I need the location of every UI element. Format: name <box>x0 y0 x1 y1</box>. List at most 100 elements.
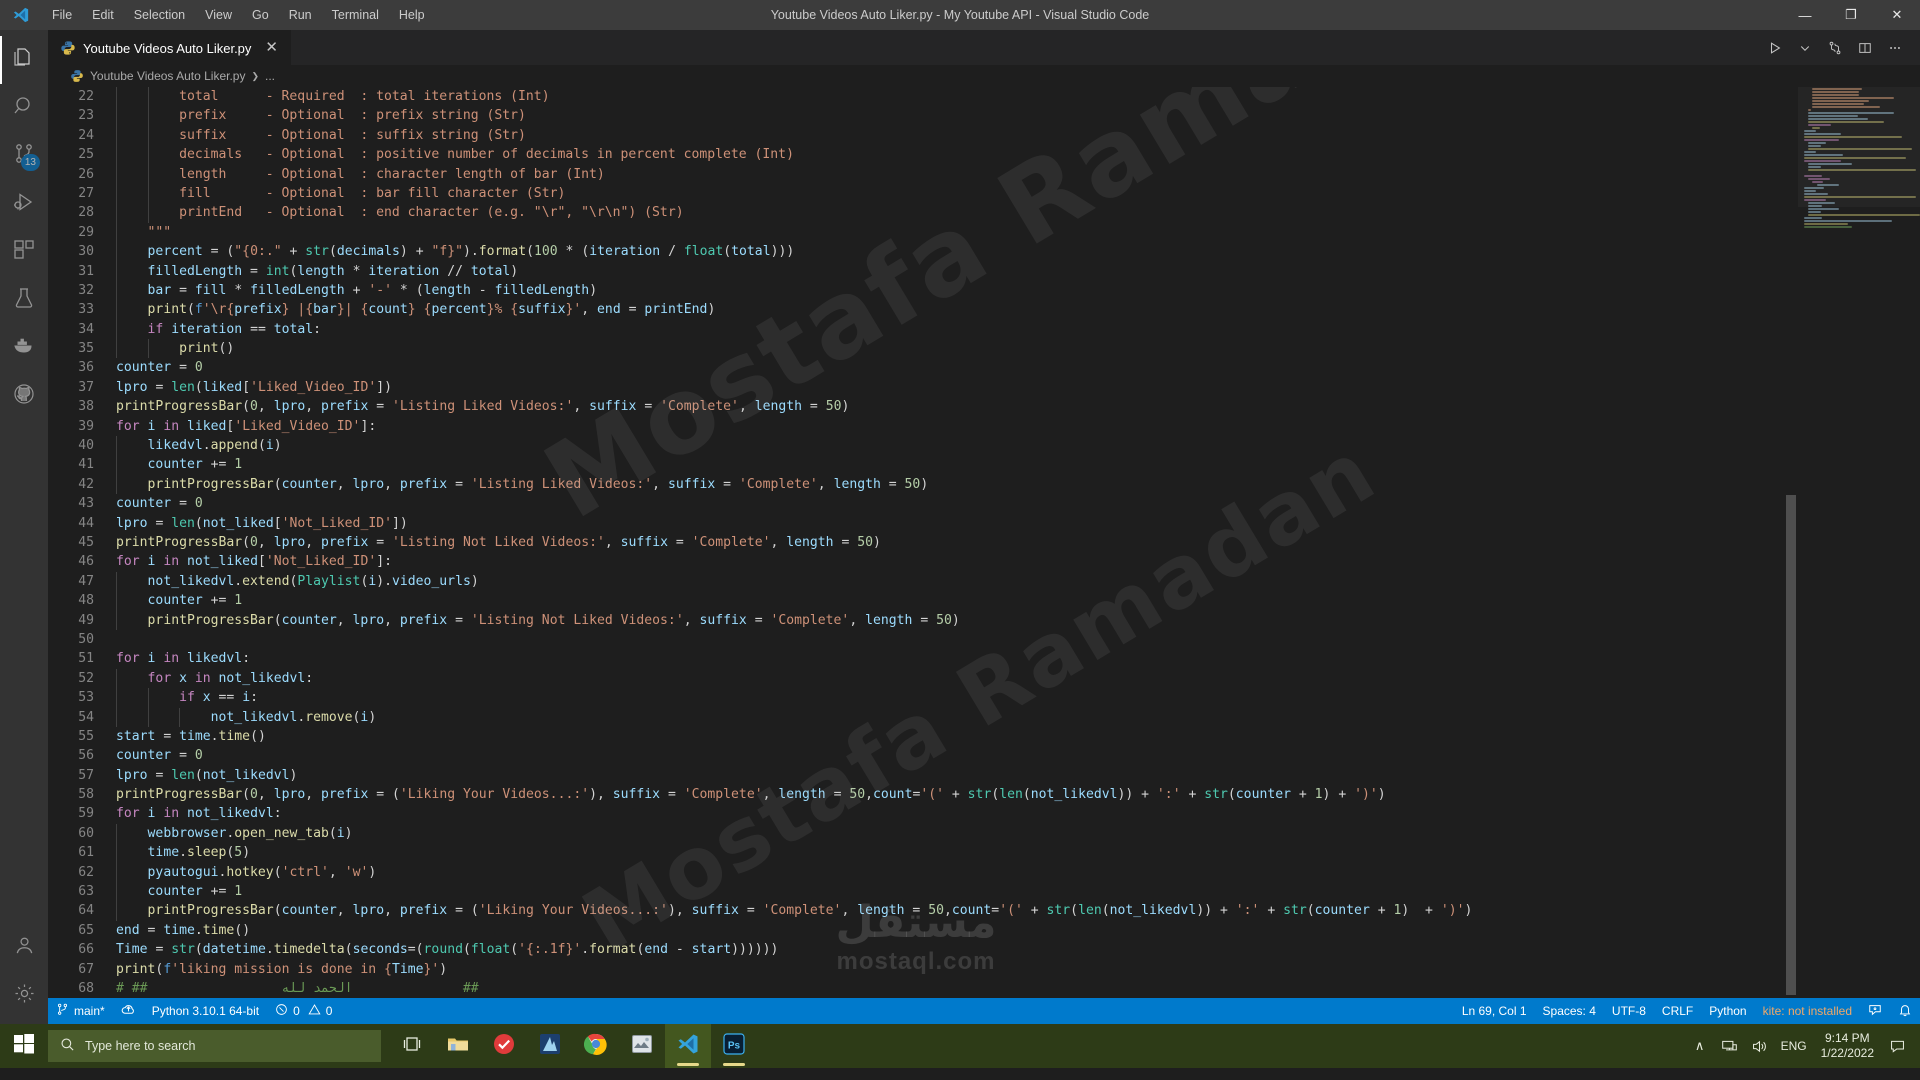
code-line[interactable]: 27 fill - Optional : bar fill character … <box>48 183 1784 204</box>
code-line[interactable]: 62 pyautogui.hotkey('ctrl', 'w') <box>48 862 1784 883</box>
chevron-down-icon[interactable] <box>1792 35 1818 61</box>
code-line[interactable]: 44 lpro = len(not_liked['Not_Liked_ID']) <box>48 514 1784 533</box>
code-line[interactable]: 51 for i in likedvl: <box>48 649 1784 668</box>
code-line[interactable]: 63 counter += 1 <box>48 882 1784 902</box>
code-line[interactable]: 47 not_likedvl.extend(Playlist(i).video_… <box>48 571 1784 592</box>
action-center-button[interactable] <box>1882 1024 1912 1068</box>
sidebar-item-source-control[interactable]: 13 <box>0 132 48 180</box>
status-cursor-position[interactable]: Ln 69, Col 1 <box>1454 998 1535 1024</box>
code-line[interactable]: 34 if iteration == total: <box>48 319 1784 340</box>
code-line[interactable]: 28 printEnd - Optional : end character (… <box>48 203 1784 223</box>
ellipsis-icon[interactable] <box>1882 35 1908 61</box>
code-line[interactable]: 64 printProgressBar(counter, lpro, prefi… <box>48 901 1784 921</box>
sidebar-item-search[interactable] <box>0 84 48 132</box>
menu-help[interactable]: Help <box>389 2 435 28</box>
code-line[interactable]: 65 end = time.time() <box>48 921 1784 940</box>
code-line[interactable]: 35 print() <box>48 339 1784 359</box>
code-line[interactable]: 39 for i in liked['Liked_Video_ID']: <box>48 417 1784 436</box>
code-line[interactable]: 60 webbrowser.open_new_tab(i) <box>48 823 1784 844</box>
sidebar-item-explorer[interactable] <box>0 36 48 84</box>
code-line[interactable]: 25 decimals - Optional : positive number… <box>48 145 1784 165</box>
volume-icon[interactable] <box>1745 1024 1775 1068</box>
code-line[interactable]: 55 start = time.time() <box>48 727 1784 746</box>
status-language-mode[interactable]: Python <box>1701 998 1754 1024</box>
code-editor[interactable]: 22 total - Required : total iterations (… <box>48 87 1920 998</box>
code-line[interactable]: 23 prefix - Optional : prefix string (St… <box>48 106 1784 126</box>
code-line[interactable]: 57 lpro = len(not_likedvl) <box>48 766 1784 785</box>
code-line[interactable]: 22 total - Required : total iterations (… <box>48 87 1784 107</box>
code-line[interactable]: 41 counter += 1 <box>48 455 1784 475</box>
scrollbar-thumb[interactable] <box>1786 495 1796 995</box>
status-feedback[interactable] <box>1860 998 1890 1024</box>
tab-youtube-videos-auto-liker[interactable]: Youtube Videos Auto Liker.py ✕ <box>48 30 291 65</box>
sidebar-item-extensions[interactable] <box>0 228 48 276</box>
code-line[interactable]: 68 # ## الحمد لله ## <box>48 979 1784 998</box>
code-line[interactable]: 59 for i in not_likedvl: <box>48 804 1784 823</box>
split-editor-icon[interactable] <box>1852 35 1878 61</box>
blue-app-button[interactable] <box>527 1024 573 1068</box>
code-line[interactable]: 49 printProgressBar(counter, lpro, prefi… <box>48 610 1784 630</box>
manage-settings-button[interactable] <box>0 972 48 1020</box>
status-notifications[interactable] <box>1890 998 1920 1024</box>
media-app-button[interactable] <box>619 1024 665 1068</box>
clock[interactable]: 9:14 PM 1/22/2022 <box>1813 1031 1882 1061</box>
menu-file[interactable]: File <box>42 2 82 28</box>
minimap-slider[interactable] <box>1798 87 1920 207</box>
code-line[interactable]: 37 lpro = len(liked['Liked_Video_ID']) <box>48 378 1784 397</box>
code-line[interactable]: 54 not_likedvl.remove(i) <box>48 707 1784 727</box>
start-button[interactable] <box>0 1024 48 1068</box>
code-line[interactable]: 56 counter = 0 <box>48 746 1784 765</box>
sidebar-item-docker[interactable] <box>0 324 48 372</box>
minimap[interactable] <box>1798 87 1920 998</box>
code-line[interactable]: 38 printProgressBar(0, lpro, prefix = 'Li… <box>48 397 1784 416</box>
file-explorer-button[interactable] <box>435 1024 481 1068</box>
accounts-button[interactable] <box>0 924 48 972</box>
network-icon[interactable] <box>1715 1024 1745 1068</box>
breadcrumb-file[interactable]: Youtube Videos Auto Liker.py <box>90 69 245 83</box>
code-line[interactable]: 58 printProgressBar(0, lpro, prefix = ('L… <box>48 785 1784 804</box>
status-branch[interactable]: main* <box>48 998 113 1024</box>
code-line[interactable]: 31 filledLength = int(length * iteration… <box>48 261 1784 281</box>
status-eol[interactable]: CRLF <box>1654 998 1701 1024</box>
code-content[interactable]: 22 total - Required : total iterations (… <box>48 87 1784 998</box>
status-python-interpreter[interactable]: Python 3.10.1 64-bit <box>144 998 267 1024</box>
menu-selection[interactable]: Selection <box>124 2 195 28</box>
breadcrumb-more[interactable]: ... <box>265 69 275 83</box>
code-line[interactable]: 42 printProgressBar(counter, lpro, prefi… <box>48 474 1784 495</box>
code-line[interactable]: 36 counter = 0 <box>48 358 1784 377</box>
task-view-button[interactable] <box>389 1024 435 1068</box>
status-problems[interactable]: 0 0 <box>267 998 340 1024</box>
search-input[interactable]: Type here to search <box>48 1030 381 1062</box>
code-line[interactable]: 53 if x == i: <box>48 688 1784 708</box>
code-line[interactable]: 48 counter += 1 <box>48 591 1784 611</box>
menu-edit[interactable]: Edit <box>82 2 124 28</box>
code-line[interactable]: 33 print(f'\r{prefix} |{bar}| {count} {p… <box>48 300 1784 320</box>
code-line[interactable]: 24 suffix - Optional : suffix string (St… <box>48 125 1784 146</box>
code-line[interactable]: 32 bar = fill * filledLength + '-' * (le… <box>48 280 1784 301</box>
source-control-icon[interactable] <box>1822 35 1848 61</box>
language-indicator[interactable]: ENG <box>1775 1024 1813 1068</box>
maximize-button[interactable]: ❐ <box>1828 0 1874 30</box>
show-hidden-icons-button[interactable]: ∧ <box>1685 1024 1715 1068</box>
code-line[interactable]: 29 """ <box>48 222 1784 243</box>
code-line[interactable]: 26 length - Optional : character length … <box>48 164 1784 184</box>
todo-app-button[interactable] <box>481 1024 527 1068</box>
menu-view[interactable]: View <box>195 2 242 28</box>
sidebar-item-testing[interactable] <box>0 276 48 324</box>
google-chrome-button[interactable] <box>573 1024 619 1068</box>
code-line[interactable]: 52 for x in not_likedvl: <box>48 668 1784 689</box>
sidebar-item-github[interactable] <box>0 372 48 420</box>
code-scroll-area[interactable]: 22 total - Required : total iterations (… <box>48 87 1784 998</box>
menu-go[interactable]: Go <box>242 2 279 28</box>
close-button[interactable]: ✕ <box>1874 0 1920 30</box>
photoshop-button[interactable]: Ps <box>711 1024 757 1068</box>
status-indentation[interactable]: Spaces: 4 <box>1535 998 1604 1024</box>
visual-studio-code-button[interactable] <box>665 1024 711 1068</box>
close-icon[interactable]: ✕ <box>262 40 281 56</box>
menu-run[interactable]: Run <box>279 2 322 28</box>
code-line[interactable]: 43 counter = 0 <box>48 494 1784 513</box>
code-line[interactable]: 50 <box>48 630 1784 649</box>
menu-terminal[interactable]: Terminal <box>322 2 389 28</box>
editor-vertical-scrollbar[interactable] <box>1784 87 1798 998</box>
code-line[interactable]: 61 time.sleep(5) <box>48 843 1784 863</box>
